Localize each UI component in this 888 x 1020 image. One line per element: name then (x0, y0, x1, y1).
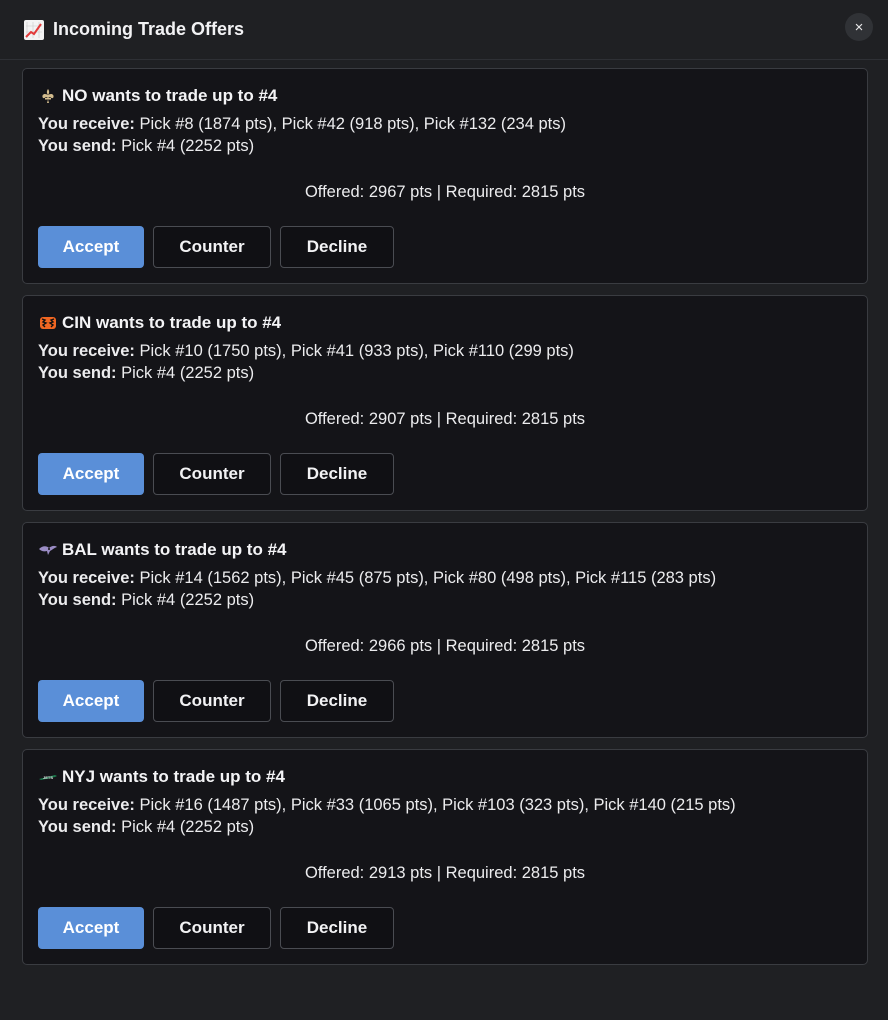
receive-label: You receive: (38, 796, 135, 814)
receive-line: You receive: Pick #14 (1562 pts), Pick #… (38, 567, 852, 589)
receive-picks: Pick #10 (1750 pts), Pick #41 (933 pts),… (139, 342, 574, 360)
trade-offer-card: JETS NYJ wants to trade up to #4 You rec… (22, 749, 868, 965)
receive-line: You receive: Pick #10 (1750 pts), Pick #… (38, 340, 852, 362)
receive-line: You receive: Pick #8 (1874 pts), Pick #4… (38, 113, 852, 135)
bengals-logo-icon (38, 315, 58, 331)
decline-button[interactable]: Decline (280, 226, 394, 268)
receive-picks: Pick #8 (1874 pts), Pick #42 (918 pts), … (139, 115, 566, 133)
send-line: You send: Pick #4 (2252 pts) (38, 589, 852, 611)
points-summary: Offered: 2966 pts | Required: 2815 pts (304, 637, 586, 655)
send-label: You send: (38, 591, 117, 609)
accept-button[interactable]: Accept (38, 907, 144, 949)
modal-title: Incoming Trade Offers (53, 19, 245, 39)
offer-actions: Accept Counter Decline (38, 453, 852, 495)
svg-text:JETS: JETS (43, 775, 53, 780)
decline-button[interactable]: Decline (280, 680, 394, 722)
offer-title-row: BAL wants to trade up to #4 (38, 539, 852, 561)
offer-title: BAL wants to trade up to #4 (62, 540, 287, 559)
points-summary: Offered: 2967 pts | Required: 2815 pts (304, 183, 586, 201)
points-summary: Offered: 2913 pts | Required: 2815 pts (304, 864, 586, 882)
offer-title: NO wants to trade up to #4 (62, 86, 278, 105)
offer-actions: Accept Counter Decline (38, 907, 852, 949)
offer-list: NO wants to trade up to #4 You receive: … (22, 68, 868, 976)
saints-fleur-de-lis-icon (38, 88, 58, 104)
offer-title: NYJ wants to trade up to #4 (62, 767, 285, 786)
counter-button[interactable]: Counter (153, 907, 271, 949)
receive-label: You receive: (38, 569, 135, 587)
send-picks: Pick #4 (2252 pts) (121, 364, 255, 382)
send-label: You send: (38, 818, 117, 836)
send-label: You send: (38, 364, 117, 382)
chart-increasing-icon (24, 19, 44, 40)
counter-button[interactable]: Counter (153, 453, 271, 495)
points-summary: Offered: 2907 pts | Required: 2815 pts (304, 410, 586, 428)
counter-button[interactable]: Counter (153, 226, 271, 268)
decline-button[interactable]: Decline (280, 453, 394, 495)
receive-label: You receive: (38, 115, 135, 133)
offer-title-row: JETS NYJ wants to trade up to #4 (38, 766, 852, 788)
trade-offer-card: NO wants to trade up to #4 You receive: … (22, 68, 868, 284)
send-label: You send: (38, 137, 117, 155)
send-picks: Pick #4 (2252 pts) (121, 818, 255, 836)
close-button[interactable]: × (845, 13, 873, 41)
offer-title-row: CIN wants to trade up to #4 (38, 312, 852, 334)
trade-offer-card: BAL wants to trade up to #4 You receive:… (22, 522, 868, 738)
accept-button[interactable]: Accept (38, 680, 144, 722)
offer-title-row: NO wants to trade up to #4 (38, 85, 852, 107)
send-picks: Pick #4 (2252 pts) (121, 137, 255, 155)
trade-offers-modal: Incoming Trade Offers × NO wants to trad… (0, 0, 888, 1020)
trade-offer-card: CIN wants to trade up to #4 You receive:… (22, 295, 868, 511)
offer-actions: Accept Counter Decline (38, 226, 852, 268)
ravens-logo-icon (38, 542, 58, 558)
send-line: You send: Pick #4 (2252 pts) (38, 816, 852, 838)
send-picks: Pick #4 (2252 pts) (121, 591, 255, 609)
send-line: You send: Pick #4 (2252 pts) (38, 362, 852, 384)
send-line: You send: Pick #4 (2252 pts) (38, 135, 852, 157)
receive-label: You receive: (38, 342, 135, 360)
decline-button[interactable]: Decline (280, 907, 394, 949)
receive-picks: Pick #16 (1487 pts), Pick #33 (1065 pts)… (139, 796, 736, 814)
receive-picks: Pick #14 (1562 pts), Pick #45 (875 pts),… (139, 569, 717, 587)
accept-button[interactable]: Accept (38, 453, 144, 495)
counter-button[interactable]: Counter (153, 680, 271, 722)
modal-header: Incoming Trade Offers × (0, 0, 888, 60)
jets-logo-icon: JETS (38, 769, 58, 785)
offer-actions: Accept Counter Decline (38, 680, 852, 722)
receive-line: You receive: Pick #16 (1487 pts), Pick #… (38, 794, 852, 816)
accept-button[interactable]: Accept (38, 226, 144, 268)
offer-title: CIN wants to trade up to #4 (62, 313, 282, 332)
